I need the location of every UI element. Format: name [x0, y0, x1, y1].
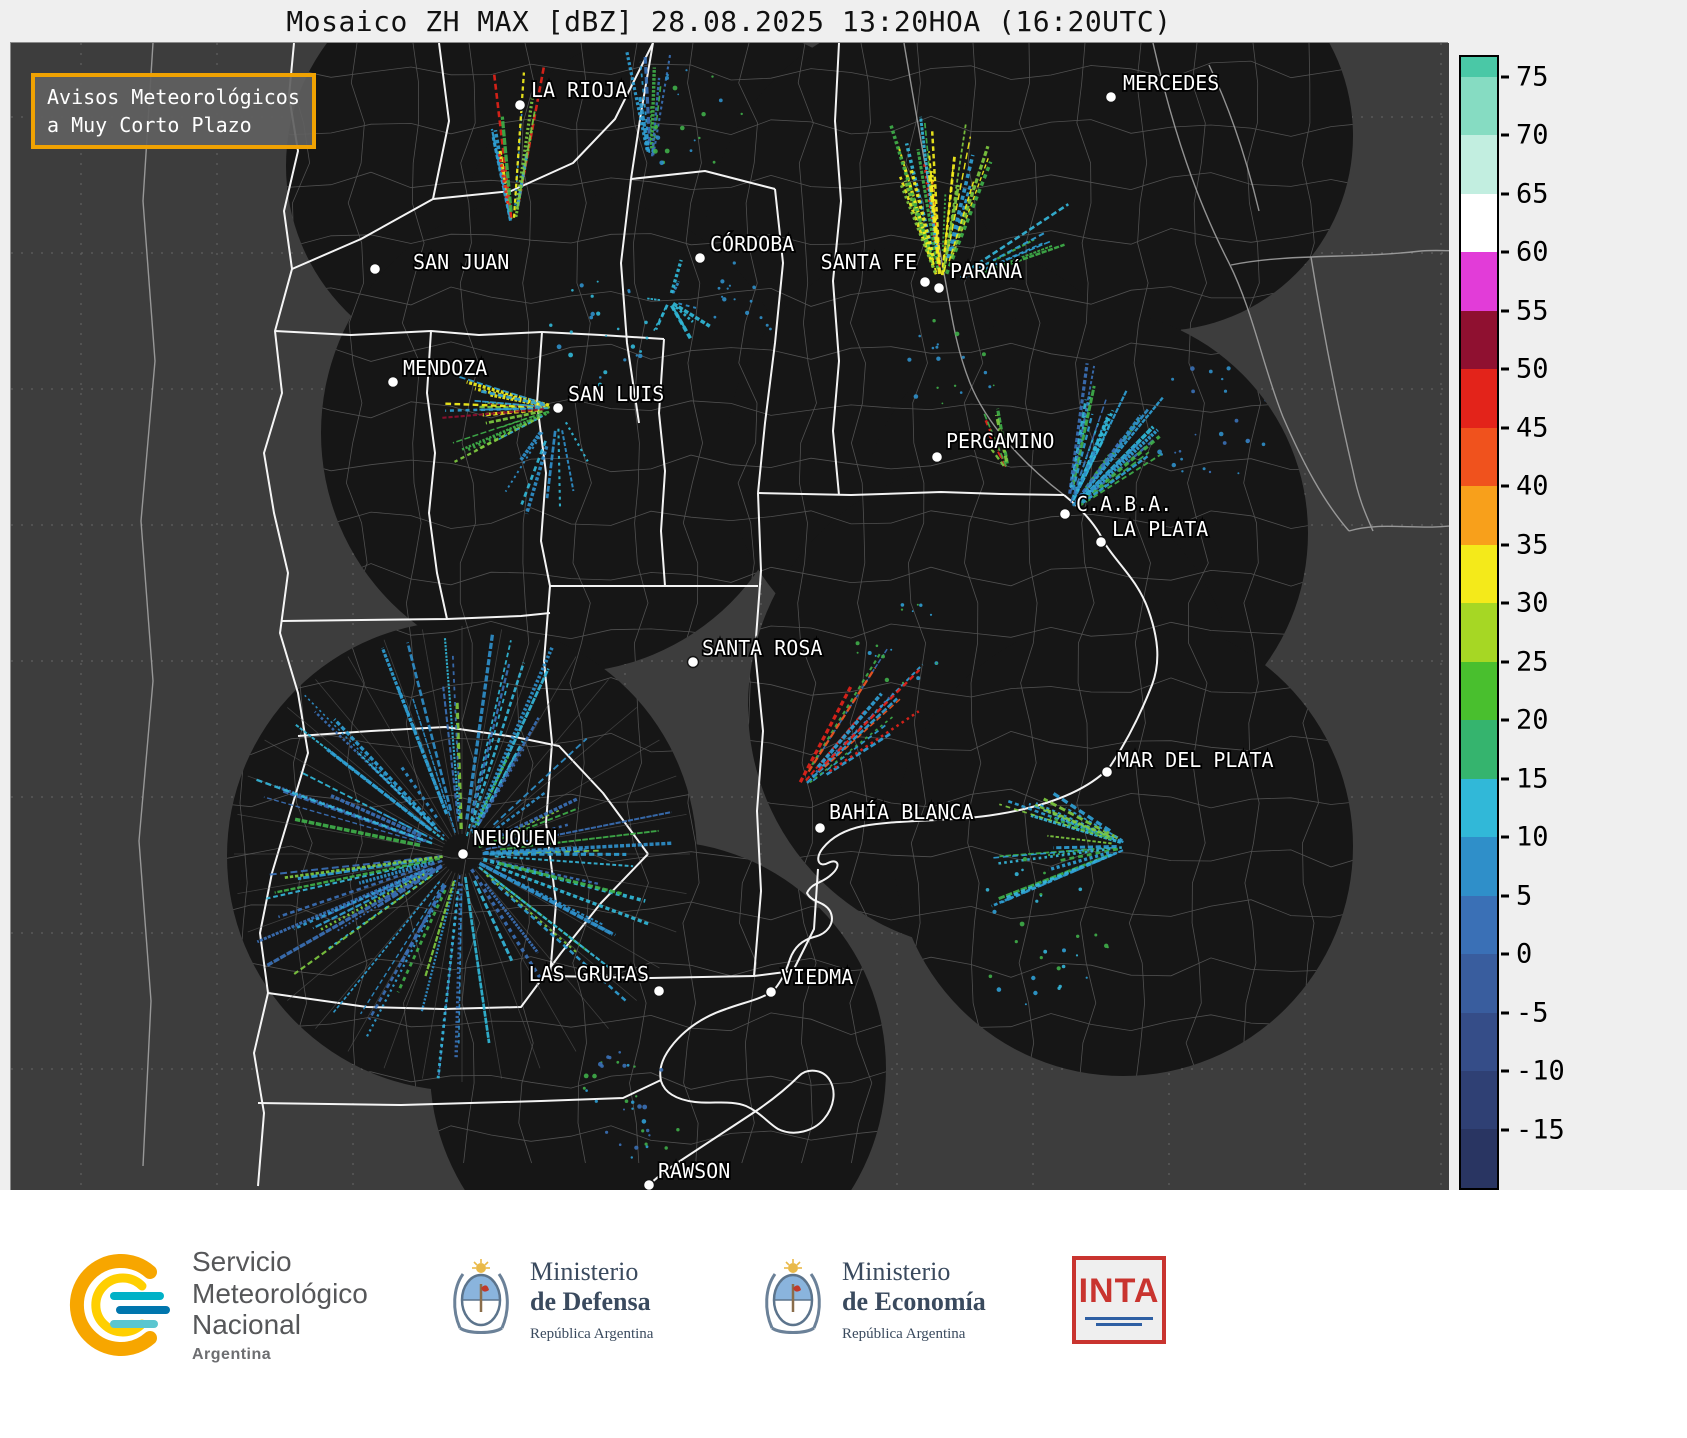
city-label: VIEDMA — [781, 965, 853, 989]
smn-country: Argentina — [192, 1346, 368, 1364]
city-marker — [515, 100, 526, 111]
ministerio-economia-block: Ministerio de Economía República Argenti… — [760, 1254, 986, 1346]
city-marker — [920, 277, 931, 288]
smn-logo-icon — [58, 1246, 176, 1364]
smn-name-line-1: Servicio — [192, 1246, 368, 1277]
city-marker — [370, 264, 381, 275]
smn-name-line-2: Meteorológico — [192, 1278, 368, 1309]
city-label: C.A.B.A. — [1076, 492, 1172, 516]
city-label: SAN LUIS — [568, 382, 664, 406]
warning-line-2: a Muy Corto Plazo — [47, 111, 300, 139]
footer: Servicio Meteorológico Nacional Argentin… — [0, 1190, 1687, 1438]
colorbar-ticks: 757065605550454035302520151050-5-10-15 — [1501, 55, 1601, 1190]
city-marker — [1102, 767, 1113, 778]
radar-map: LA RIOJA MERCEDES SAN JUAN CÓRDOBA SANTA FE P… — [10, 42, 1448, 1190]
city-marker — [553, 403, 564, 414]
defensa-ministry-name: de Defensa — [530, 1287, 653, 1317]
city-label: MENDOZA — [403, 356, 487, 380]
smn-logo-block: Servicio Meteorológico Nacional Argentin… — [58, 1246, 368, 1364]
city-marker — [1060, 509, 1071, 520]
inta-stripes — [1085, 1314, 1153, 1326]
city-label: SAN JUAN — [413, 250, 509, 274]
economia-country: República Argentina — [842, 1326, 986, 1343]
city-label: RAWSON — [658, 1159, 730, 1183]
city-label: LA PLATA — [1112, 517, 1208, 541]
inta-logo-icon: INTA — [1072, 1256, 1166, 1344]
city-marker — [458, 849, 469, 860]
city-label: BAHÍA BLANCA — [829, 800, 974, 824]
city-label: PERGAMINO — [946, 429, 1054, 453]
argentina-coat-of-arms-icon — [448, 1254, 514, 1346]
product-title: Mosaico ZH MAX [dBZ] 28.08.2025 13:20HOA… — [10, 5, 1448, 38]
inta-label: INTA — [1079, 1274, 1160, 1308]
city-marker — [766, 987, 777, 998]
argentina-coat-of-arms-icon — [760, 1254, 826, 1346]
warning-box: Avisos Meteorológicos a Muy Corto Plazo — [31, 73, 316, 149]
defensa-ministry-word: Ministerio — [530, 1257, 653, 1287]
radar-mosaic-canvas: LA RIOJA MERCEDES SAN JUAN CÓRDOBA SANTA FE P… — [11, 43, 1449, 1191]
city-label: CÓRDOBA — [710, 232, 794, 256]
city-marker — [1096, 537, 1107, 548]
city-marker — [932, 452, 943, 463]
economia-ministry-word: Ministerio — [842, 1257, 986, 1287]
ministerio-defensa-block: Ministerio de Defensa República Argentin… — [448, 1254, 653, 1346]
city-marker — [688, 657, 699, 668]
city-label: SANTA FE — [821, 250, 917, 274]
city-marker — [654, 986, 665, 997]
city-label: LA RIOJA — [531, 78, 627, 102]
inta-logo-block: INTA — [1072, 1256, 1166, 1344]
city-marker — [695, 253, 706, 264]
economia-ministry-name: de Economía — [842, 1287, 986, 1317]
city-marker — [815, 823, 826, 834]
city-marker — [388, 377, 399, 388]
city-marker — [644, 1180, 655, 1191]
colorbar: 757065605550454035302520151050-5-10-15 — [1459, 55, 1499, 1190]
warning-line-1: Avisos Meteorológicos — [47, 83, 300, 111]
city-label: MAR DEL PLATA — [1117, 748, 1274, 772]
city-label: NEUQUEN — [473, 826, 557, 850]
city-label: PARANÁ — [950, 259, 1022, 283]
smn-name-line-3: Nacional — [192, 1309, 368, 1340]
defensa-country: República Argentina — [530, 1326, 653, 1343]
city-marker — [1106, 92, 1117, 103]
city-label: SANTA ROSA — [702, 636, 822, 660]
city-label: MERCEDES — [1123, 71, 1219, 95]
colorbar-segments — [1459, 55, 1499, 1190]
city-label: LAS GRUTAS — [529, 962, 649, 986]
city-marker — [934, 283, 945, 294]
